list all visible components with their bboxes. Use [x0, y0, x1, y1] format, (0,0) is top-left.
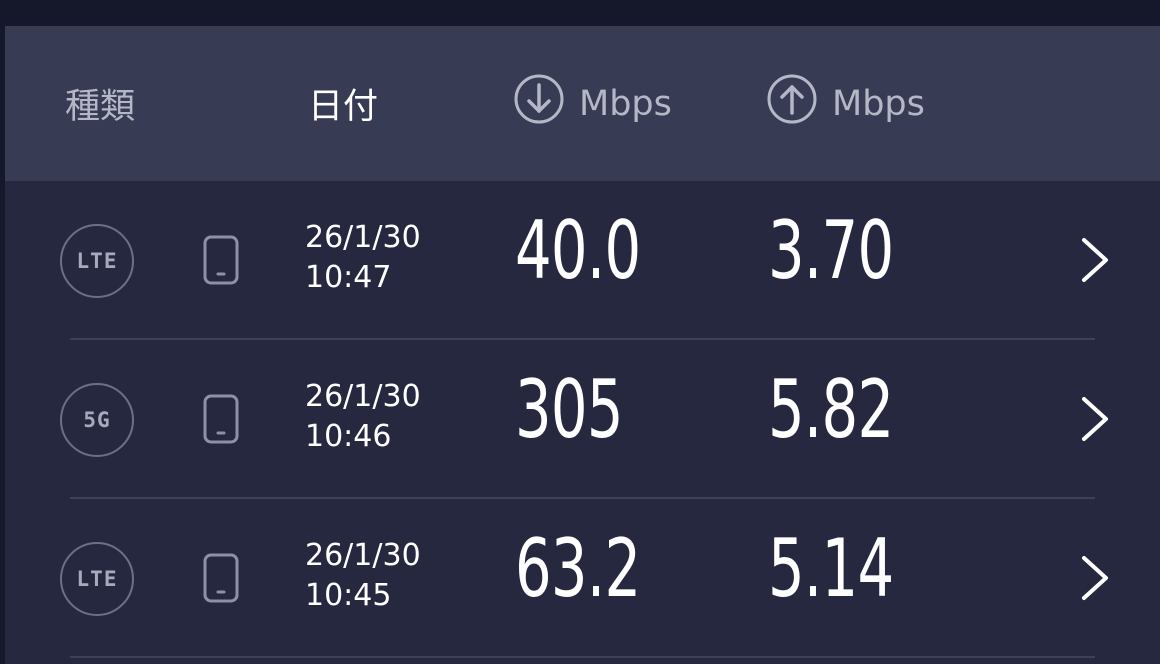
top-bar: [0, 0, 1160, 26]
column-header-upload[interactable]: Mbps: [766, 26, 925, 181]
results-header: 種類 日付 Mbps Mbps: [5, 26, 1160, 181]
result-timestamp: 26/1/30 10:47: [305, 218, 421, 298]
result-time: 10:45: [305, 578, 392, 613]
result-date: 26/1/30: [305, 220, 421, 255]
column-header-download[interactable]: Mbps: [513, 26, 672, 181]
network-type-badge: LTE: [60, 542, 134, 616]
column-header-date[interactable]: 日付: [308, 26, 378, 181]
result-timestamp: 26/1/30 10:46: [305, 377, 421, 457]
download-speed: 63.2: [515, 522, 641, 615]
result-row[interactable]: LTE 26/1/30 10:45 63.2 5.14: [5, 499, 1160, 658]
upload-speed: 5.82: [768, 363, 894, 456]
chevron-right-icon[interactable]: [1078, 554, 1112, 606]
result-date: 26/1/30: [305, 538, 421, 573]
network-type-badge: 5G: [60, 383, 134, 457]
row-divider: [70, 656, 1095, 658]
result-time: 10:47: [305, 260, 392, 295]
download-speed: 40.0: [515, 204, 641, 297]
smartphone-icon: [203, 553, 239, 607]
arrow-up-circle-icon: [766, 73, 818, 134]
upload-unit-label: Mbps: [832, 83, 925, 124]
column-header-type[interactable]: 種類: [65, 26, 135, 181]
arrow-down-circle-icon: [513, 73, 565, 134]
smartphone-icon: [203, 235, 239, 289]
smartphone-icon: [203, 394, 239, 448]
chevron-right-icon[interactable]: [1078, 395, 1112, 447]
result-time: 10:46: [305, 419, 392, 454]
network-type-badge: LTE: [60, 224, 134, 298]
results-panel: 種類 日付 Mbps Mbps LTE 26/1/30 10:47 40.0 3…: [5, 26, 1160, 664]
chevron-right-icon[interactable]: [1078, 236, 1112, 288]
result-row[interactable]: LTE 26/1/30 10:47 40.0 3.70: [5, 181, 1160, 340]
upload-speed: 5.14: [768, 522, 894, 615]
results-list: LTE 26/1/30 10:47 40.0 3.70 5G 26/1/30 1…: [5, 181, 1160, 658]
upload-speed: 3.70: [768, 204, 894, 297]
download-unit-label: Mbps: [579, 83, 672, 124]
result-timestamp: 26/1/30 10:45: [305, 536, 421, 616]
download-speed: 305: [515, 363, 624, 456]
result-row[interactable]: 5G 26/1/30 10:46 305 5.82: [5, 340, 1160, 499]
result-date: 26/1/30: [305, 379, 421, 414]
